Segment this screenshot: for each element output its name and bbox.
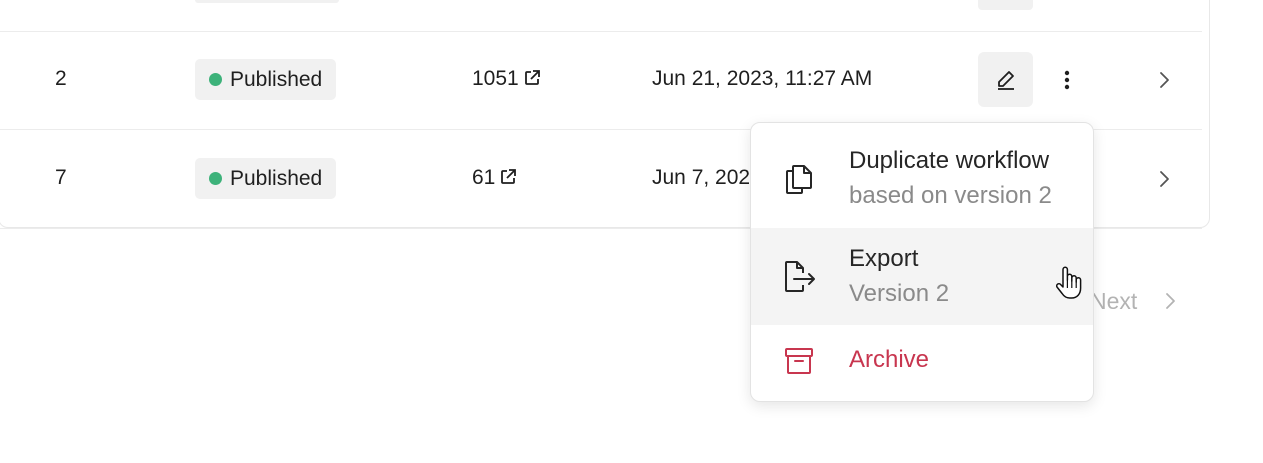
runs-link[interactable]: 1051 bbox=[472, 65, 541, 93]
updated-date: Jun 21, 2023, 11:27 AM bbox=[652, 67, 873, 90]
export-item[interactable]: Export Version 2 bbox=[751, 228, 1093, 325]
status-label: Published bbox=[230, 67, 323, 91]
export-title: Export bbox=[849, 245, 919, 272]
runs-count: 61 bbox=[472, 166, 496, 189]
runs-link[interactable]: 61 bbox=[472, 164, 517, 192]
table-row-separator bbox=[0, 0, 1202, 32]
edit-button[interactable] bbox=[978, 52, 1033, 107]
chevron-right-icon bbox=[1160, 171, 1169, 187]
chevron-right-icon bbox=[1165, 293, 1175, 309]
chevron-right-icon bbox=[1160, 72, 1169, 88]
version-number: 2 bbox=[55, 67, 67, 90]
published-dot-icon bbox=[209, 172, 222, 185]
pencil-icon bbox=[997, 70, 1014, 90]
duplicate-workflow-item[interactable]: Duplicate workflow based on version 2 bbox=[751, 129, 1093, 228]
duplicate-workflow-subtitle: based on version 2 bbox=[849, 182, 1052, 209]
runs-count: 1051 bbox=[472, 67, 519, 90]
export-icon bbox=[781, 259, 817, 295]
published-dot-icon bbox=[209, 73, 222, 86]
archive-icon bbox=[781, 343, 817, 379]
version-actions-menu: Duplicate workflow based on version 2 Ex… bbox=[750, 122, 1094, 402]
kebab-menu-icon bbox=[1064, 70, 1070, 90]
duplicate-workflow-title: Duplicate workflow bbox=[849, 147, 1050, 174]
archive-title: Archive bbox=[849, 346, 930, 373]
status-badge: Published bbox=[195, 158, 337, 199]
status-label: Published bbox=[230, 166, 323, 190]
more-options-button[interactable] bbox=[1052, 62, 1082, 98]
external-link-icon bbox=[501, 169, 517, 184]
archive-item[interactable]: Archive bbox=[751, 325, 1093, 401]
export-subtitle: Version 2 bbox=[849, 280, 950, 307]
updated-date: Jun 7, 2023 bbox=[652, 166, 762, 189]
next-label: Next bbox=[1090, 288, 1138, 314]
row-expand-button[interactable] bbox=[1150, 165, 1178, 193]
version-number: 7 bbox=[55, 166, 67, 189]
next-page-button[interactable]: Next bbox=[1090, 288, 1176, 315]
table-row[interactable]: 2 Published 1051 Jun 21, 2023, 11:27 AM bbox=[0, 31, 1202, 130]
row-expand-button[interactable] bbox=[1150, 66, 1178, 94]
hand-cursor-icon bbox=[1055, 266, 1082, 299]
status-badge: Published bbox=[195, 59, 337, 100]
copy-icon bbox=[781, 161, 817, 197]
external-link-icon bbox=[524, 70, 540, 85]
